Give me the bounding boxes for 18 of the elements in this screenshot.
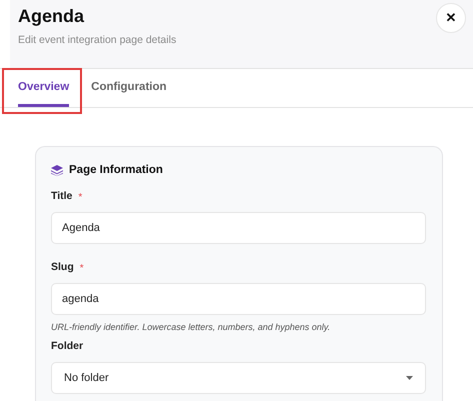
field-label: Slug (51, 260, 74, 276)
select-value: No folder (64, 370, 109, 386)
field-label: Title (51, 189, 72, 204)
input-field[interactable]: agenda (51, 283, 426, 316)
tab[interactable]: Overview (18, 69, 70, 107)
required-mark: * (78, 190, 82, 205)
card-title: Page Information (69, 163, 163, 178)
field-hint: URL-friendly identifier. Lowercase letters, numbers, and hyphens only. (51, 321, 330, 334)
field-label: Folder (51, 338, 84, 354)
close-button[interactable]: ✕ (436, 3, 466, 33)
page-title: Agenda (18, 5, 84, 28)
required-mark: * (80, 262, 84, 276)
page-subtitle: Edit event integration page details (18, 33, 176, 48)
layers-icon (51, 165, 63, 176)
caret-icon (406, 376, 413, 380)
input-field[interactable]: Agenda (51, 212, 426, 244)
select-field[interactable]: No folder (51, 362, 426, 394)
tab[interactable]: Configuration (91, 69, 167, 107)
